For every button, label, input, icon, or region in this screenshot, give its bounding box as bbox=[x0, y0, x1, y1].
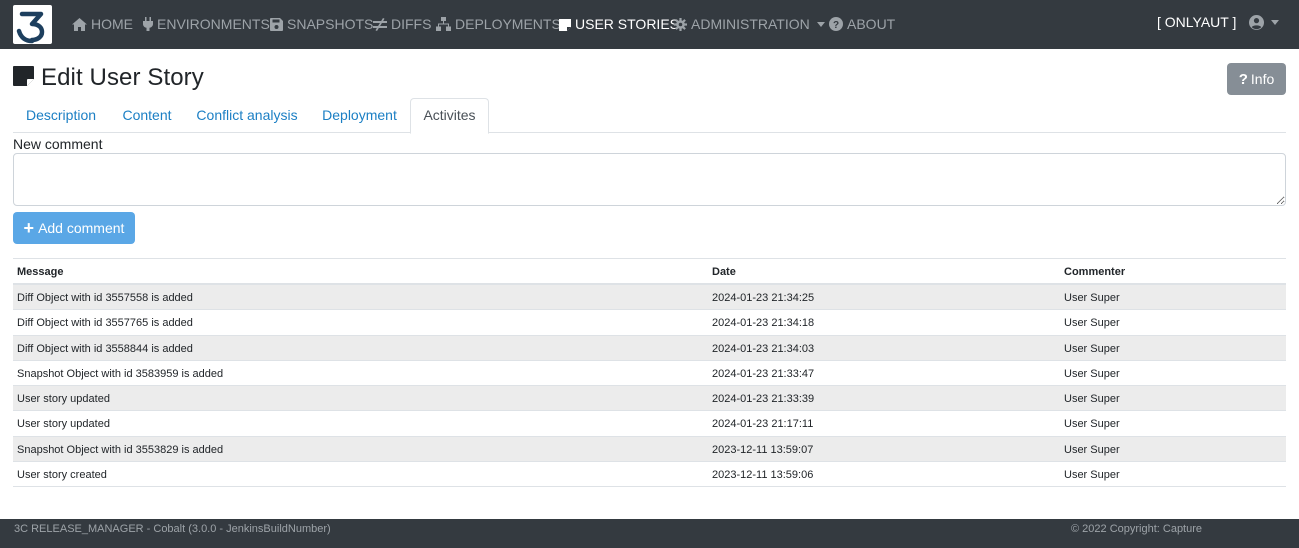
question-circle-icon: ? bbox=[829, 2, 843, 51]
table-row: Snapshot Object with id 3553829 is added… bbox=[13, 436, 1286, 463]
commenter-cell: User Super bbox=[1064, 393, 1120, 406]
footer: 3C RELEASE_MANAGER - Cobalt (3.0.0 - Jen… bbox=[0, 519, 1299, 548]
commenter-cell: User Super bbox=[1064, 292, 1120, 304]
nav-diffs-label: DIFFS bbox=[391, 16, 432, 32]
plug-icon bbox=[143, 2, 153, 51]
footer-version: 3C RELEASE_MANAGER - Cobalt (3.0.0 - Jen… bbox=[14, 523, 331, 535]
date-cell: 2024-01-23 21:33:47 bbox=[712, 367, 815, 380]
user-circle-icon bbox=[1249, 15, 1264, 35]
add-comment-button[interactable]: + Add comment bbox=[13, 212, 135, 244]
date-cell: 2023-12-11 13:59:07 bbox=[712, 443, 814, 456]
column-header-commenter[interactable]: Commenter bbox=[1064, 266, 1125, 278]
date-cell: 2024-01-23 21:33:39 bbox=[712, 393, 815, 406]
top-navbar: HOME ENVIRONMENTS SNAPSHOTS DIFFS DEPLOY… bbox=[0, 0, 1299, 49]
home-icon bbox=[72, 2, 87, 51]
not-equal-icon bbox=[373, 2, 387, 51]
message-cell: User story updated bbox=[17, 418, 110, 431]
table-row: User story updated 2024-01-23 21:33:39 Use… bbox=[13, 386, 1286, 412]
activity-table: Message Date Commenter Diff Object with … bbox=[13, 258, 1286, 488]
nav-deployments-label: DEPLOYMENTS bbox=[455, 16, 561, 32]
commenter-cell: User Super bbox=[1064, 443, 1120, 456]
page-header: Edit User Story bbox=[13, 62, 204, 94]
commenter-cell: User Super bbox=[1064, 418, 1120, 431]
date-cell: 2024-01-23 21:34:25 bbox=[712, 292, 815, 304]
date-cell: 2023-12-11 13:59:06 bbox=[712, 469, 814, 482]
nav-snapshots-label: SNAPSHOTS bbox=[287, 16, 374, 32]
nav-environments[interactable]: ENVIRONMENTS bbox=[143, 0, 270, 49]
table-row: User story created 2023-12-11 13:59:06 Use… bbox=[13, 462, 1286, 488]
table-row: User story updated 2024-01-23 21:17:11 Use… bbox=[13, 411, 1286, 437]
sticky-note-icon bbox=[13, 65, 34, 91]
svg-text:?: ? bbox=[833, 20, 839, 31]
gear-icon bbox=[674, 2, 687, 51]
tab-conflict-analysis[interactable]: Conflict analysis bbox=[185, 98, 309, 133]
tab-activites[interactable]: Activites bbox=[410, 98, 489, 134]
nav-home[interactable]: HOME bbox=[72, 0, 133, 49]
question-icon: ? bbox=[1238, 70, 1248, 88]
message-cell: Diff Object with id 3557765 is added bbox=[17, 317, 193, 330]
table-row: Snapshot Object with id 3583959 is added… bbox=[13, 361, 1286, 387]
date-cell: 2024-01-23 21:17:11 bbox=[712, 418, 814, 431]
date-cell: 2024-01-23 21:34:18 bbox=[712, 317, 815, 330]
nav-user-stories-label: USER STORIES bbox=[575, 16, 679, 32]
message-cell: User story created bbox=[17, 469, 107, 482]
info-button-label: Info bbox=[1250, 71, 1275, 87]
sticky-note-icon bbox=[559, 2, 571, 51]
table-row: Diff Object with id 3557765 is added 2024… bbox=[13, 310, 1286, 336]
nav-environments-label: ENVIRONMENTS bbox=[157, 16, 270, 32]
app-logo[interactable] bbox=[13, 5, 52, 44]
commenter-cell: User Super bbox=[1064, 342, 1120, 355]
footer-copyright: © 2022 Copyright: Capture bbox=[1071, 523, 1203, 535]
column-header-date[interactable]: Date bbox=[712, 266, 736, 278]
table-row: Diff Object with id 3557558 is added 2024… bbox=[13, 285, 1286, 311]
new-comment-label: New comment bbox=[13, 136, 103, 152]
message-cell: Snapshot Object with id 3553829 is added bbox=[17, 443, 224, 456]
floppy-disk-icon bbox=[270, 2, 283, 51]
nav-snapshots[interactable]: SNAPSHOTS bbox=[270, 0, 373, 49]
tab-bar: Description Content Conflict analysis De… bbox=[13, 98, 1286, 134]
new-comment-field[interactable] bbox=[13, 153, 1286, 206]
commenter-cell: User Super bbox=[1064, 367, 1120, 380]
message-cell: Diff Object with id 3557558 is added bbox=[17, 292, 193, 304]
nav-diffs[interactable]: DIFFS bbox=[373, 0, 431, 49]
current-user[interactable]: [ ONLYAUT ] bbox=[1157, 0, 1236, 44]
tab-deployment[interactable]: Deployment bbox=[309, 98, 410, 133]
message-cell: User story updated bbox=[17, 393, 110, 406]
date-cell: 2024-01-23 21:34:03 bbox=[712, 342, 815, 355]
chevron-down-icon bbox=[1271, 20, 1279, 25]
message-cell: Diff Object with id 3558844 is added bbox=[17, 342, 193, 355]
info-button[interactable]: ? Info bbox=[1227, 63, 1286, 95]
table-header: Message Date Commenter bbox=[13, 259, 1286, 285]
tab-content[interactable]: Content bbox=[109, 98, 185, 133]
nav-user-stories[interactable]: USER STORIES bbox=[559, 0, 679, 49]
plus-icon: + bbox=[23, 218, 35, 238]
chevron-down-icon bbox=[816, 22, 825, 27]
page-title: Edit User Story bbox=[41, 64, 204, 91]
nav-administration-label: ADMINISTRATION bbox=[691, 16, 810, 32]
nav-about-label: ABOUT bbox=[847, 16, 896, 32]
nav-about[interactable]: ? ABOUT bbox=[829, 0, 895, 49]
sitemap-icon bbox=[436, 2, 451, 51]
tab-description[interactable]: Description bbox=[13, 98, 109, 133]
message-cell: Snapshot Object with id 3583959 is added bbox=[17, 367, 224, 380]
add-comment-label: Add comment bbox=[38, 220, 125, 236]
table-row: Diff Object with id 3558844 is added 2024… bbox=[13, 335, 1286, 361]
nav-deployments[interactable]: DEPLOYMENTS bbox=[436, 0, 561, 49]
commenter-cell: User Super bbox=[1064, 317, 1120, 330]
nav-administration[interactable]: ADMINISTRATION bbox=[674, 0, 825, 49]
column-header-message[interactable]: Message bbox=[17, 266, 63, 278]
user-menu[interactable] bbox=[1249, 14, 1279, 34]
nav-home-label: HOME bbox=[91, 16, 133, 32]
commenter-cell: User Super bbox=[1064, 469, 1120, 482]
